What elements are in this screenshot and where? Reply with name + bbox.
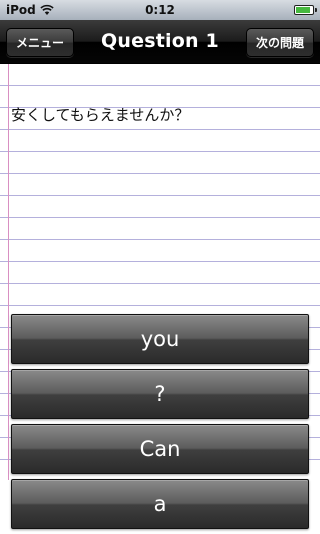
next-question-button[interactable]: 次の問題 bbox=[245, 28, 314, 57]
navigation-bar: メニュー Question 1 次の問題 bbox=[0, 20, 320, 64]
question-text: 安くしてもらえませんか？ bbox=[11, 106, 190, 124]
answer-button[interactable]: a bbox=[11, 479, 309, 529]
answer-button[interactable]: you bbox=[11, 314, 309, 364]
status-bar: iPod 0:12 bbox=[0, 0, 320, 20]
battery-icon bbox=[294, 5, 317, 15]
battery-level bbox=[296, 7, 311, 13]
notebook-paper: 安くしてもらえませんか？ you ? Can a bbox=[0, 64, 320, 529]
answer-button[interactable]: Can bbox=[11, 424, 309, 474]
status-time: 0:12 bbox=[145, 3, 175, 17]
answer-list: you ? Can a bbox=[11, 314, 309, 534]
answer-button[interactable]: ? bbox=[11, 369, 309, 419]
